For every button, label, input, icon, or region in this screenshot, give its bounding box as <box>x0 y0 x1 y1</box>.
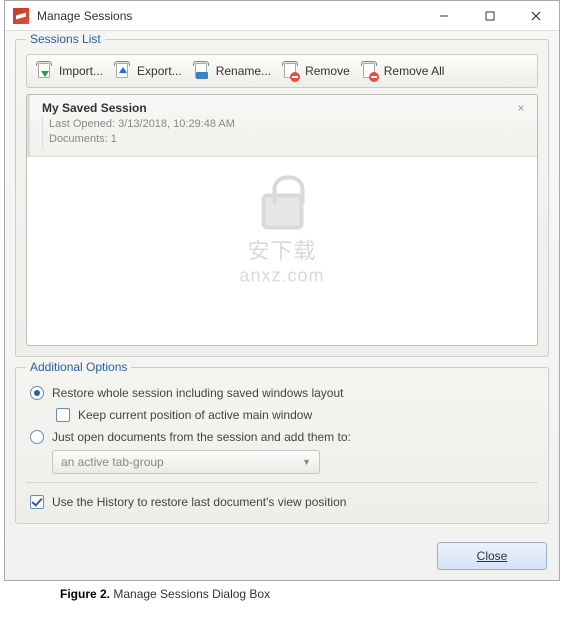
rename-icon <box>192 61 212 81</box>
titlebar: Manage Sessions <box>5 1 559 31</box>
keep-position-label: Keep current position of active main win… <box>78 408 312 422</box>
export-button[interactable]: Export... <box>111 59 188 83</box>
divider <box>26 482 538 483</box>
restore-whole-label: Restore whole session including saved wi… <box>52 386 344 400</box>
sessions-list[interactable]: My Saved Session Last Opened: 3/13/2018,… <box>26 94 538 346</box>
remove-all-label: Remove All <box>384 64 445 78</box>
last-opened-value: 3/13/2018, 10:29:48 AM <box>118 118 235 130</box>
remove-all-button[interactable]: Remove All <box>358 59 451 83</box>
watermark-domain: anxz.com <box>239 266 324 287</box>
just-open-label: Just open documents from the session and… <box>52 430 351 444</box>
additional-options-group: Additional Options Restore whole session… <box>15 367 549 524</box>
figure-label: Figure 2. <box>60 587 110 601</box>
session-name: My Saved Session <box>42 101 529 115</box>
session-item-close[interactable]: × <box>513 101 529 117</box>
close-window-button[interactable] <box>513 1 559 31</box>
watermark-cn: 安下载 <box>239 234 324 266</box>
remove-button[interactable]: Remove <box>279 59 356 83</box>
app-icon <box>13 8 29 24</box>
minimize-button[interactable] <box>421 1 467 31</box>
use-history-label: Use the History to restore last document… <box>52 495 346 509</box>
documents-value: 1 <box>111 133 117 145</box>
window-buttons <box>421 1 559 31</box>
additional-options-title: Additional Options <box>26 360 131 374</box>
export-label: Export... <box>137 64 182 78</box>
export-icon <box>113 61 133 81</box>
window-title: Manage Sessions <box>37 9 421 23</box>
last-opened-label: Last Opened: <box>49 118 118 130</box>
chevron-down-icon: ▼ <box>302 457 311 467</box>
maximize-button[interactable] <box>467 1 513 31</box>
sessions-toolbar: Import... Export... Rename... Remove Rem… <box>26 54 538 88</box>
documents-label: Documents: <box>49 133 111 145</box>
tab-group-value: an active tab-group <box>61 455 164 469</box>
remove-all-icon <box>360 61 380 81</box>
sessions-list-group: Sessions List Import... Export... Rename… <box>15 39 549 357</box>
remove-icon <box>281 61 301 81</box>
use-history-checkbox[interactable] <box>30 495 44 509</box>
just-open-radio[interactable] <box>30 430 44 444</box>
close-icon <box>531 11 541 21</box>
session-meta: Last Opened: 3/13/2018, 10:29:48 AM Docu… <box>42 117 529 148</box>
rename-button[interactable]: Rename... <box>190 59 277 83</box>
close-button[interactable]: Close <box>437 542 547 570</box>
use-history-option[interactable]: Use the History to restore last document… <box>26 491 538 513</box>
minimize-icon <box>439 11 449 21</box>
figure-text: Manage Sessions Dialog Box <box>110 587 270 601</box>
keep-position-option[interactable]: Keep current position of active main win… <box>52 404 538 426</box>
figure-caption: Figure 2. Manage Sessions Dialog Box <box>60 587 564 601</box>
import-label: Import... <box>59 64 103 78</box>
watermark: 安下载 anxz.com <box>239 194 324 287</box>
import-button[interactable]: Import... <box>33 59 109 83</box>
import-icon <box>35 61 55 81</box>
list-item[interactable]: My Saved Session Last Opened: 3/13/2018,… <box>27 95 537 157</box>
sessions-list-title: Sessions List <box>26 32 105 46</box>
dialog-body: Sessions List Import... Export... Rename… <box>5 31 559 580</box>
rename-label: Rename... <box>216 64 271 78</box>
keep-position-checkbox[interactable] <box>56 408 70 422</box>
dialog-window: Manage Sessions Sessions List Import... <box>4 0 560 581</box>
close-button-label: Close <box>477 549 508 563</box>
restore-whole-radio[interactable] <box>30 386 44 400</box>
maximize-icon <box>485 11 495 21</box>
lock-icon <box>261 194 303 230</box>
just-open-option[interactable]: Just open documents from the session and… <box>26 426 538 448</box>
remove-label: Remove <box>305 64 350 78</box>
tab-group-select[interactable]: an active tab-group ▼ <box>52 450 320 474</box>
restore-whole-option[interactable]: Restore whole session including saved wi… <box>26 382 538 404</box>
dialog-buttons: Close <box>15 534 549 574</box>
